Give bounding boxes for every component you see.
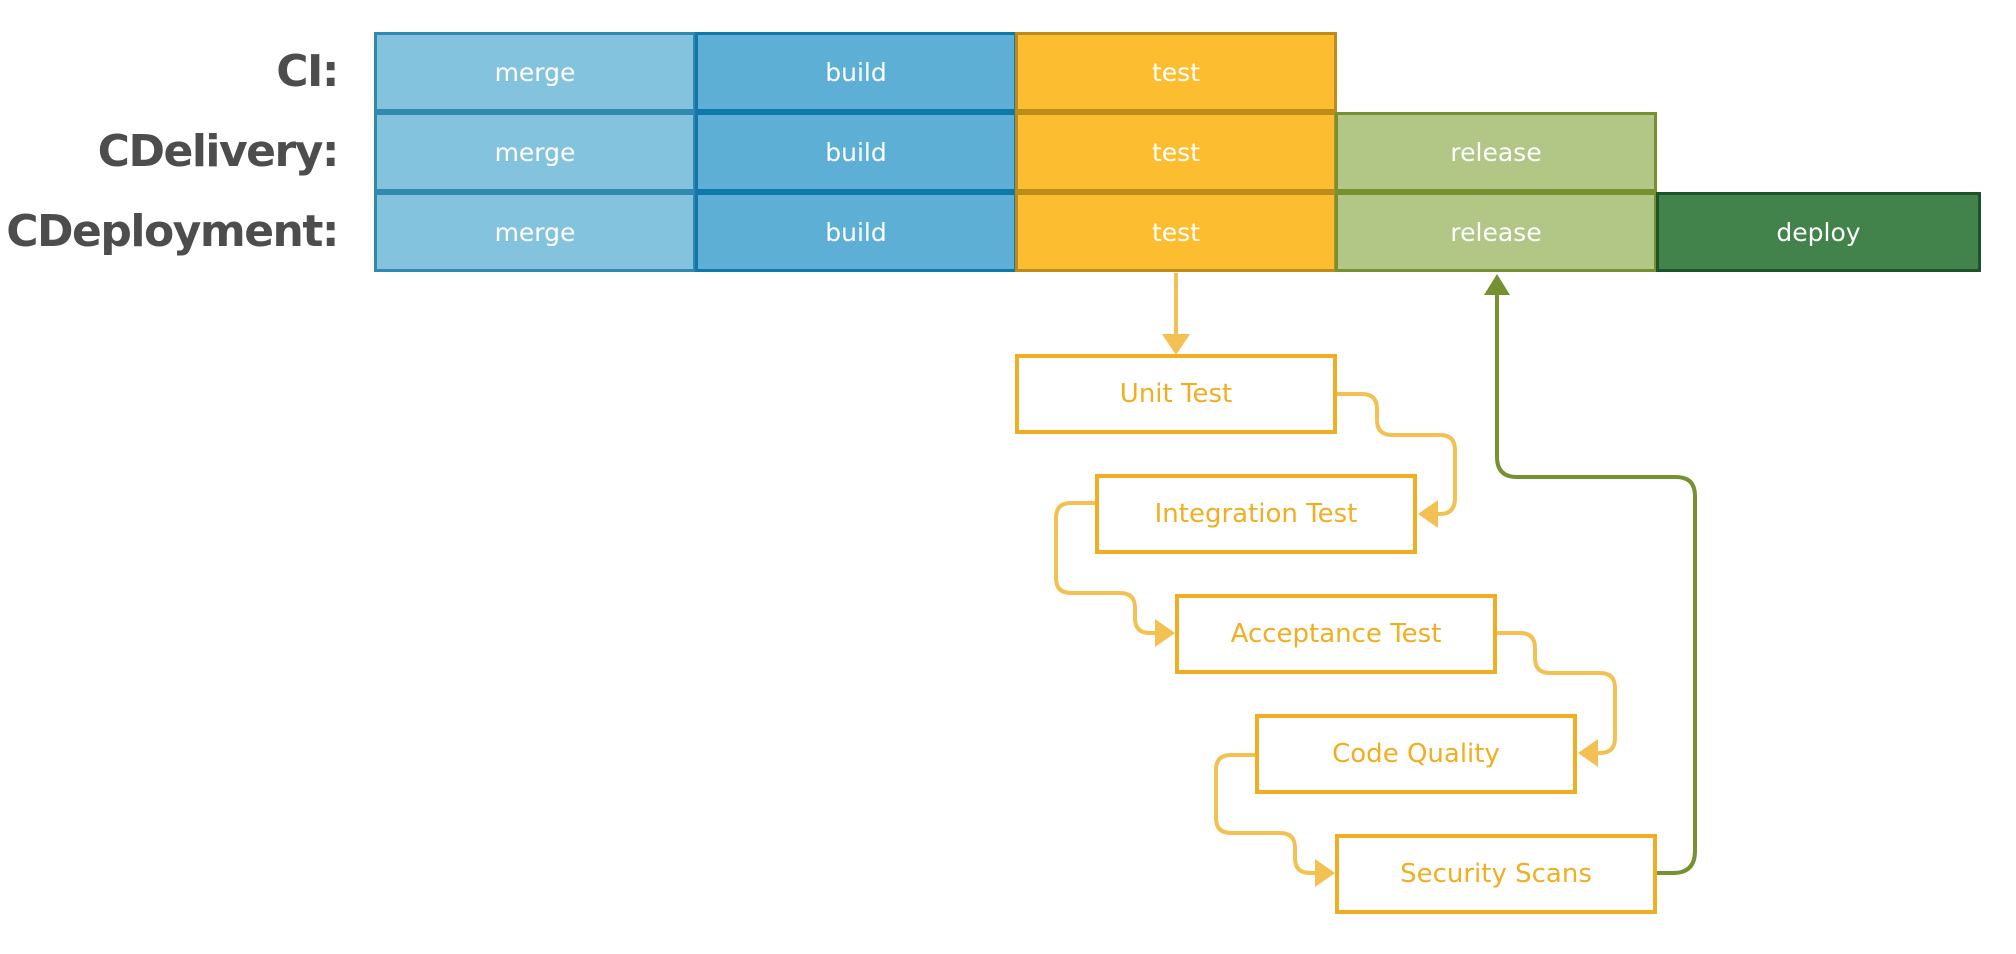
arrowhead-security-scans (1315, 859, 1335, 887)
arrowhead-release (1484, 274, 1510, 295)
row-label-cdelivery: CDelivery: (97, 126, 340, 177)
ci-stage-build: build (695, 32, 1017, 112)
ci-stage-merge: merge (374, 32, 696, 112)
test-step-integration-test: Integration Test (1095, 474, 1417, 554)
cdelivery-stage-release: release (1335, 112, 1657, 192)
cdelivery-stage-merge: merge (374, 112, 696, 192)
arrowhead-code-quality (1578, 739, 1598, 767)
arrowhead-integration-test (1418, 500, 1438, 528)
cdeployment-stage-test: test (1015, 192, 1337, 272)
cdelivery-stage-build: build (695, 112, 1017, 192)
test-step-acceptance-test: Acceptance Test (1175, 594, 1497, 674)
arrowhead-acceptance-test (1155, 619, 1175, 647)
ci-stage-test: test (1015, 32, 1337, 112)
test-step-security-scans: Security Scans (1335, 834, 1657, 914)
test-step-code-quality: Code Quality (1255, 714, 1577, 794)
arrowhead-unit-test (1162, 334, 1190, 355)
row-label-cdeployment: CDeployment: (6, 206, 339, 257)
cdeployment-stage-merge: merge (374, 192, 696, 272)
row-label-ci: CI: (276, 46, 339, 97)
test-step-unit-test: Unit Test (1015, 354, 1337, 434)
cdeployment-stage-build: build (695, 192, 1017, 272)
cdelivery-stage-test: test (1015, 112, 1337, 192)
cdeployment-stage-release: release (1335, 192, 1657, 272)
cdeployment-stage-deploy: deploy (1656, 192, 1981, 272)
